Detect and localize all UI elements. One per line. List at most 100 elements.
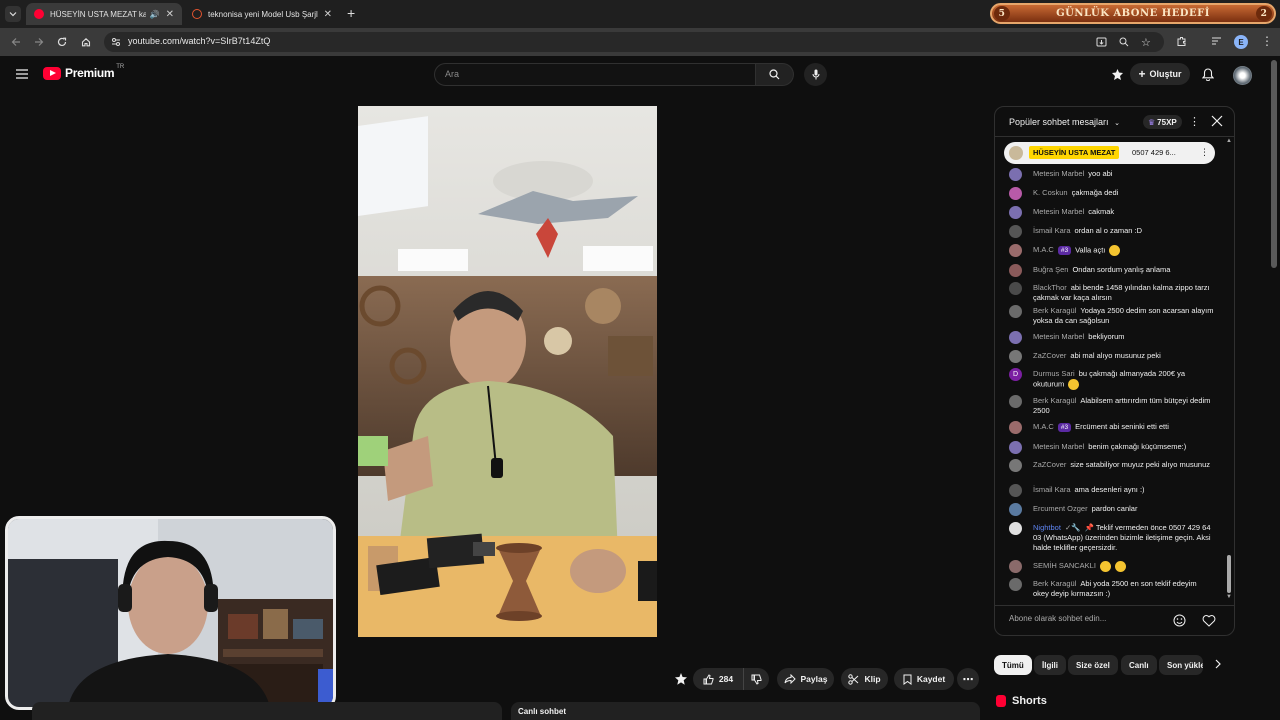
chat-message[interactable]: SEMİH SANCAKLI	[1009, 560, 1214, 573]
chat-author-name[interactable]: İsmail Kara	[1033, 485, 1071, 494]
chat-author-name[interactable]: Nightbot	[1033, 523, 1061, 532]
like-button[interactable]: 284	[693, 668, 743, 690]
reading-list-icon[interactable]	[1211, 36, 1222, 47]
tab-teknonisa[interactable]: teknonisa yeni Model Usb Şarjlı ✕	[184, 3, 340, 25]
chat-author-name[interactable]: BlackThor	[1033, 283, 1067, 292]
chat-author-name[interactable]: Ercument Ozger	[1033, 504, 1088, 513]
chat-message[interactable]: M.A.C #3 Valla açtı	[1009, 244, 1214, 257]
share-button[interactable]: Paylaş	[777, 668, 834, 690]
chat-more-icon[interactable]: ⋮	[1189, 115, 1200, 128]
chip-live[interactable]: Canlı	[1121, 655, 1157, 675]
chat-author-avatar[interactable]	[1009, 560, 1022, 573]
heart-reaction-icon[interactable]	[1202, 614, 1216, 627]
close-tab-icon[interactable]: ✕	[166, 9, 174, 20]
notifications-bell-icon[interactable]	[1202, 68, 1214, 81]
emoji-picker-icon[interactable]	[1173, 614, 1186, 627]
chat-author-avatar[interactable]	[1009, 350, 1022, 363]
url-text[interactable]: youtube.com/watch?v=SIrB7t14ZtQ	[128, 36, 270, 46]
chip-related[interactable]: İlgili	[1034, 655, 1066, 675]
pinned-message[interactable]: HÜSEYİN USTA MEZAT 0507 429 6... ⋮	[1004, 142, 1215, 164]
chip-all[interactable]: Tümü	[994, 655, 1032, 675]
save-button[interactable]: Kaydet	[894, 668, 954, 690]
extensions-icon[interactable]	[1176, 36, 1187, 47]
forward-arrow-icon[interactable]	[31, 34, 47, 50]
site-info-icon[interactable]	[111, 37, 121, 47]
chat-author-name[interactable]: Durmus Sari	[1033, 369, 1075, 378]
chat-author-name[interactable]: Berk Karagül	[1033, 396, 1076, 405]
chat-author-avatar[interactable]	[1009, 578, 1022, 591]
home-icon[interactable]	[78, 34, 94, 50]
extension-puzzle-icon[interactable]	[1111, 68, 1124, 81]
browser-menu-icon[interactable]: ⋮	[1261, 34, 1273, 48]
chat-author-avatar[interactable]: D	[1009, 368, 1022, 381]
chat-message[interactable]: ZaZCover abi mal alıyo musunuz peki	[1009, 350, 1214, 363]
chat-author-avatar[interactable]	[1009, 395, 1022, 408]
chat-author-name[interactable]: M.A.C	[1033, 422, 1054, 431]
chat-message[interactable]: Berk Karagül Yodaya 2500 dedim son acarsa…	[1009, 305, 1214, 326]
chat-message[interactable]: M.A.C #3 Ercüment abi seninki etti etti	[1009, 421, 1214, 434]
chat-author-name[interactable]: Berk Karagül	[1033, 579, 1076, 588]
chat-author-avatar[interactable]	[1009, 421, 1022, 434]
chat-message[interactable]: K. Coskun çakmağa dedi	[1009, 187, 1214, 200]
page-scrollbar[interactable]	[1271, 60, 1277, 268]
chat-author-name[interactable]: K. Coskun	[1033, 188, 1068, 197]
chat-author-name[interactable]: Buğra Şen	[1033, 265, 1068, 274]
install-app-icon[interactable]	[1096, 37, 1107, 47]
chat-author-avatar[interactable]	[1009, 264, 1022, 277]
close-tab-icon[interactable]: ✕	[324, 9, 332, 20]
chat-scrollbar[interactable]: ▲ ▼	[1226, 138, 1232, 600]
chat-message[interactable]: İsmail Kara ordan al o zaman :D	[1009, 225, 1214, 238]
chat-author-name[interactable]: Metesin Marbel	[1033, 442, 1084, 451]
chat-author-avatar[interactable]	[1009, 459, 1022, 472]
video-player[interactable]	[358, 106, 657, 637]
search-button[interactable]	[756, 63, 794, 86]
new-tab-button[interactable]: +	[347, 5, 355, 21]
dislike-button[interactable]	[743, 668, 769, 690]
scroll-down-icon[interactable]: ▼	[1226, 594, 1232, 600]
search-box[interactable]	[434, 63, 756, 86]
chat-message[interactable]: Buğra Şen Ondan sordum yanlış anlama	[1009, 264, 1214, 277]
chat-author-avatar[interactable]	[1009, 206, 1022, 219]
speaker-icon[interactable]: 🔊	[150, 10, 160, 19]
chat-author-avatar[interactable]	[1009, 331, 1022, 344]
chat-message[interactable]: Ercument Ozger pardon canlar	[1009, 503, 1214, 516]
chat-message[interactable]: Metesin Marbel cakmak	[1009, 206, 1214, 219]
chip-recently-uploaded[interactable]: Son yükle	[1159, 655, 1203, 675]
chat-message[interactable]: Metesin Marbel yoo abi	[1009, 168, 1214, 181]
chat-message[interactable]: Metesin Marbel bekliyorum	[1009, 331, 1214, 344]
hamburger-menu-icon[interactable]	[16, 69, 28, 79]
chat-message[interactable]: Berk Karagül Alabilsem arttırırdım tüm bü…	[1009, 395, 1214, 416]
chat-author-name[interactable]: Metesin Marbel	[1033, 207, 1084, 216]
chat-message[interactable]: BlackThor abi bende 1458 yılından kalma z…	[1009, 282, 1214, 303]
bookmark-star-icon[interactable]: ☆	[1141, 36, 1151, 49]
chat-scroll-thumb[interactable]	[1227, 555, 1231, 593]
pinned-more-icon[interactable]: ⋮	[1200, 147, 1209, 158]
scroll-up-icon[interactable]: ▲	[1226, 138, 1232, 144]
chat-author-name[interactable]: M.A.C	[1033, 245, 1054, 254]
chip-for-you[interactable]: Size özel	[1068, 655, 1118, 675]
chat-message[interactable]: ZaZCover size satabiliyor muyuz peki alıy…	[1009, 459, 1214, 472]
chat-author-name[interactable]: İsmail Kara	[1033, 226, 1071, 235]
account-avatar[interactable]	[1233, 66, 1252, 85]
chat-author-avatar[interactable]	[1009, 244, 1022, 257]
chat-author-avatar[interactable]	[1009, 522, 1022, 535]
tab-youtube-live[interactable]: HÜSEYİN USTA MEZAT kanalı 🔊 ✕	[26, 3, 182, 25]
close-chat-icon[interactable]	[1211, 115, 1223, 127]
chat-author-avatar[interactable]	[1009, 484, 1022, 497]
chat-message[interactable]: Nightbot ✓🔧 📌 Teklif vermeden önce 0507 42…	[1009, 522, 1214, 553]
search-input[interactable]	[445, 69, 735, 79]
voice-search-button[interactable]	[804, 63, 827, 86]
channel-avatar-icon[interactable]	[674, 672, 688, 686]
chat-author-avatar[interactable]	[1009, 441, 1022, 454]
chat-message[interactable]: Metesin Marbel benim çakmağı küçümseme:)	[1009, 441, 1214, 454]
profile-avatar[interactable]: E	[1234, 35, 1248, 49]
reload-icon[interactable]	[54, 34, 70, 50]
address-bar[interactable]: youtube.com/watch?v=SIrB7t14ZtQ ☆	[104, 32, 1164, 52]
chat-author-avatar[interactable]	[1009, 168, 1022, 181]
zoom-icon[interactable]	[1119, 37, 1129, 47]
chat-author-avatar[interactable]	[1009, 503, 1022, 516]
chat-author-name[interactable]: SEMİH SANCAKLI	[1033, 561, 1096, 570]
chat-author-name[interactable]: Metesin Marbel	[1033, 169, 1084, 178]
chat-message-input[interactable]	[1009, 614, 1169, 623]
chat-mode-dropdown[interactable]: Popüler sohbet mesajları ⌄	[1009, 117, 1120, 127]
